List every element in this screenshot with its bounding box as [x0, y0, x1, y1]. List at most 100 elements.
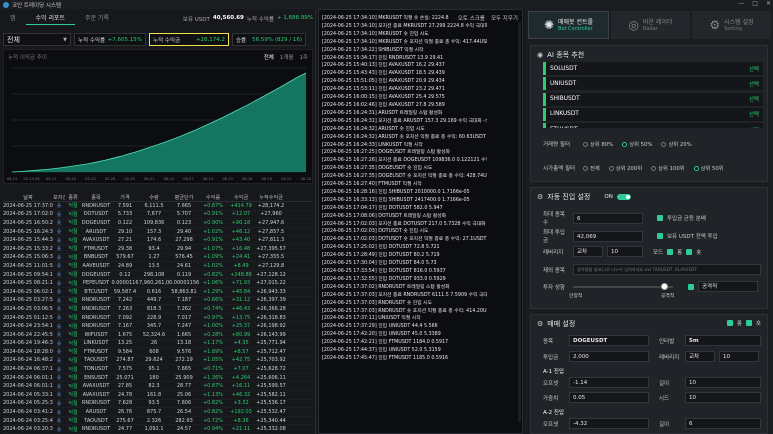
table-row[interactable]: 2024-06-25 08:21:14 숏 익절 PEPEUSDT 0.0000116 7… — [3, 279, 313, 288]
a2-offset-input[interactable]: -4.32 — [569, 418, 649, 429]
invest-style-select[interactable]: 공격적 — [698, 281, 758, 292]
cap-radio-all[interactable]: 전체 — [583, 164, 600, 172]
column-header[interactable]: 종류 — [65, 194, 81, 201]
log-scrollbar[interactable] — [518, 22, 521, 422]
table-row[interactable]: 2024-06-25 11:01:53 숏 익절 AAVEUSDT 24.89 13.5 2… — [3, 262, 313, 271]
interval-select[interactable]: 5m — [685, 335, 761, 346]
table-row[interactable]: 2024-06-25 09:54:15 숏 익절 DOGEUSDT 0.12 298,10… — [3, 271, 313, 280]
table-cell: +0.94% — [202, 426, 224, 433]
coin-item[interactable]: SHIBUSDT 선택 — [543, 92, 763, 106]
trade-amount-input[interactable]: 2,000 — [569, 351, 649, 362]
trade-short-checkbox[interactable] — [745, 320, 752, 326]
leverage-input[interactable]: 10 — [607, 246, 643, 257]
table-row[interactable]: 2024-06-24 19:46:36 숏 익절 LINKUSDT 13.25 26 13.… — [3, 340, 313, 349]
table-cell: DOTUSDT — [83, 211, 109, 218]
coin-item[interactable]: ETHUSDT 선택 — [543, 123, 763, 128]
invest-style-slider[interactable] — [573, 283, 673, 290]
table-row[interactable]: 2024-06-24 18:28:08 숏 익절 FTMUSDT 9.584 608 9.5… — [3, 348, 313, 357]
tab-app[interactable]: 앱 — [0, 12, 26, 25]
table-row[interactable]: 2024-06-24 06:01:14 숏 익절 AVAXUSDT 27.85 82.3 2… — [3, 382, 313, 392]
table-row[interactable]: 2024-06-25 15:06:36 숏 익절 BNBUSDT 579.67 1.27 5… — [3, 254, 313, 263]
table-row[interactable]: 2024-06-25 17:02:03 숏 익절 DOTUSDT 5.733 7,677 5… — [3, 211, 313, 220]
column-header[interactable]: 가격 — [111, 194, 139, 201]
a1-length-input[interactable]: 10 — [685, 377, 761, 388]
table-row[interactable]: 2024-06-25 17:37:04 숏 익절 RNDRUSDT 7.591 6,111… — [3, 202, 313, 211]
slider-handle[interactable] — [661, 283, 668, 290]
tab-order-history[interactable]: 주문 기록 — [75, 12, 119, 25]
clear-log-button[interactable]: 모두 지우기 — [491, 14, 518, 22]
table-row[interactable]: 2024-06-24 22:45:57 숏 익절 WIFUSDT 1.675 52,324… — [3, 331, 313, 340]
aggressive-checkbox[interactable] — [688, 284, 694, 290]
table-row[interactable]: 2024-06-24 23:54:11 숏 익절 RNDRUSDT 7.167 345.7… — [3, 322, 313, 331]
long-checkbox[interactable] — [667, 248, 674, 255]
vol-radio-20[interactable]: 상위 20% — [661, 140, 692, 148]
column-header[interactable]: 포지션 — [53, 194, 65, 201]
column-header[interactable]: 누적수익금 — [255, 194, 287, 201]
table-row[interactable]: 2024-06-24 03:20:37 숏 익절 RNDRUSDT 24.77 1,092… — [3, 425, 313, 434]
column-header[interactable]: 수량 — [139, 194, 169, 201]
table-row[interactable]: 2024-06-25 15:44:33 숏 익절 AVAXUSDT 27.21 174.6… — [3, 236, 313, 245]
table-cell: +12.07 — [231, 211, 251, 218]
close-button[interactable]: ✕ — [766, 0, 771, 7]
exclude-input[interactable]: 종목명을 쉼표(,)로 나누어 입력하세요 ex) TAOUSDT, KLAYU… — [573, 264, 761, 275]
cap-radio-200[interactable]: 상위 200위 — [608, 164, 642, 172]
auto-scroll-toggle[interactable]: 오토 스크롤 — [458, 14, 485, 22]
nav-setting[interactable]: ⚙ 시스템 설정 Setting — [692, 11, 771, 39]
nav-radar[interactable]: ◎ 바운 레이더 Radar — [611, 11, 690, 39]
trade-leverage-input[interactable]: 10 — [719, 351, 759, 362]
table-row[interactable]: 2024-06-24 05:25:32 숏 익절 RNDRUSDT 7.628 93.5 7… — [3, 400, 313, 409]
table-row[interactable]: 2024-06-25 16:24:32 숏 익절 ARUSDT 29.10 157.3 29… — [3, 228, 313, 237]
table-row[interactable]: 2024-06-24 06:37:18 숏 익절 TONUSDT 7.575 95.1 7.… — [3, 365, 313, 374]
table-row[interactable]: 2024-06-25 01:12:59 숏 익절 RNDRUSDT 7.092 228.9… — [3, 314, 313, 323]
minimize-button[interactable]: — — [738, 0, 744, 7]
split-checkbox[interactable] — [657, 215, 663, 221]
short-checkbox[interactable] — [686, 248, 693, 255]
maximize-button[interactable]: □ — [752, 0, 758, 7]
chart-range-1w-button[interactable]: 1주 — [299, 53, 308, 61]
a1-offset-input[interactable]: -1.14 — [569, 377, 649, 388]
tab-profit-report[interactable]: 수익 리포트 — [25, 12, 76, 25]
column-header[interactable]: 날짜 — [3, 194, 53, 201]
table-row[interactable]: 2024-06-24 16:48:27 숏 익절 TAOUSDT 274.87 29.62… — [3, 357, 313, 366]
max-positions-input[interactable]: 6 — [573, 212, 643, 224]
a1-seed-input[interactable]: 10 — [685, 392, 761, 403]
cap-radio-100[interactable]: 상위 100위 — [651, 164, 685, 172]
coin-item[interactable]: SOLUSDT 선택 — [543, 62, 763, 75]
column-header[interactable]: 수익금 — [227, 194, 255, 201]
chart-range-1m-button[interactable]: 1개월 — [280, 53, 294, 61]
symbol-select[interactable]: 전체 ▼ — [3, 33, 71, 46]
hold-all-checkbox[interactable] — [657, 233, 663, 239]
table-row[interactable]: 2024-06-24 05:33:17 숏 익절 AVAXUSDT 24.78 161.8… — [3, 391, 313, 400]
cap-radio-50[interactable]: 상위 50위 — [693, 164, 724, 172]
table-row[interactable]: 2024-06-24 06:01:17 숏 익절 ENSUSDT 25.071 180 25… — [3, 374, 313, 383]
vol-radio-80[interactable]: 상위 80% — [583, 140, 613, 148]
trade-long-checkbox[interactable] — [726, 320, 733, 326]
table-row[interactable]: 2024-06-24 03:25:49 숏 익절 TAOUSDT 275.67 2.326… — [3, 417, 313, 426]
margin-type-select[interactable]: 교차 — [573, 246, 603, 257]
table-cell: 익절 — [68, 366, 78, 373]
coin-item[interactable]: LINKUSDT 선택 — [543, 107, 763, 121]
table-cell: 숏 — [56, 280, 62, 287]
table-row[interactable]: 2024-06-25 16:50:23 숏 익절 DOGEUSDT 0.122 109,8… — [3, 219, 313, 228]
column-header[interactable]: 종목 — [81, 194, 111, 201]
table-row[interactable]: 2024-06-24 03:41:25 숏 익절 ARUSDT 26.76 875.7 26… — [3, 408, 313, 417]
a1-weight-input[interactable]: 0.05 — [569, 392, 649, 403]
trade-margin-select[interactable]: 교차 — [685, 351, 715, 362]
coin-item[interactable]: UNIUSDT 선택 — [543, 77, 763, 91]
max-amount-input[interactable]: 42,069 — [573, 230, 643, 242]
column-header[interactable]: 평균단가 — [169, 194, 199, 201]
table-row[interactable]: 2024-06-25 03:06:56 숏 익절 RNDRUSDT 7.263 818.3… — [3, 305, 313, 314]
table-row[interactable]: 2024-06-25 06:02:12 숏 익절 BTCUSDT 59,587.4 0.6… — [3, 288, 313, 297]
column-header[interactable]: 수익률 — [199, 194, 227, 201]
table-row[interactable]: 2024-06-25 15:33:22 숏 익절 FTMUSDT 29.38 93.4 29… — [3, 245, 313, 254]
table-row[interactable]: 2024-06-25 03:27:50 숏 익절 RNDRUSDT 7.242 449.7… — [3, 297, 313, 306]
x-tick-label: 05-20 — [66, 177, 77, 181]
coin-list[interactable]: SOLUSDT선택 UNIUSDT선택SHIBUSDT선택LINKUSDT선택 ET… — [543, 62, 763, 128]
table-cell: +0.74% — [202, 305, 224, 312]
auto-entry-toggle[interactable] — [616, 194, 631, 200]
nav-bot-controller[interactable]: ✺ 매매봇 컨트롤 Bot Controller — [528, 11, 609, 39]
vol-radio-50[interactable]: 상위 50% — [622, 140, 652, 148]
trade-symbol-select[interactable]: DOGEUSDT — [569, 335, 649, 346]
chart-range-all-button[interactable]: 전체 — [264, 53, 274, 61]
a2-length-input[interactable]: 6 — [685, 418, 761, 429]
